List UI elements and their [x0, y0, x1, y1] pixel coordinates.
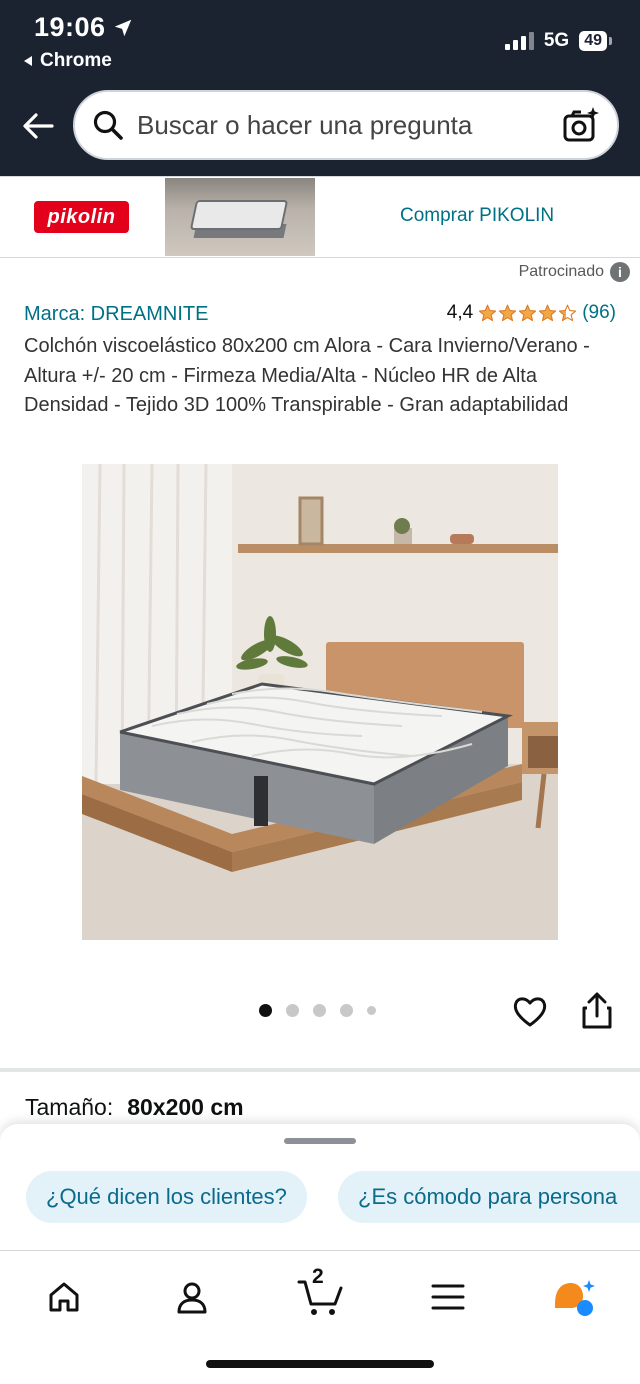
size-label: Tamaño:: [25, 1094, 114, 1120]
size-value: 80x200 cm: [127, 1094, 244, 1120]
search-bar[interactable]: Buscar o hacer una pregunta: [73, 90, 619, 160]
home-icon: [49, 1282, 79, 1312]
home-indicator[interactable]: [206, 1360, 434, 1368]
location-arrow-icon: [114, 19, 131, 36]
menu-icon: [431, 1284, 465, 1310]
carousel-dot[interactable]: [286, 1004, 299, 1017]
nav-menu[interactable]: [424, 1273, 472, 1321]
rating-summary[interactable]: 4,4 (96): [447, 302, 616, 324]
rating-stars: [478, 304, 577, 323]
suggestion-chip-reviews[interactable]: ¿Qué dicen los clientes?: [26, 1171, 307, 1223]
size-selector[interactable]: Tamaño: 80x200 cm: [25, 1094, 244, 1121]
shop-brand-link[interactable]: Comprar PIKOLIN: [400, 205, 554, 227]
account-icon: [177, 1282, 207, 1314]
star-icon: [539, 304, 557, 321]
network-type: 5G: [543, 30, 570, 51]
search-icon: [93, 110, 123, 140]
status-time: 19:06: [34, 12, 134, 43]
ai-suggestions-sheet[interactable]: ¿Qué dicen los clientes? ¿Es cómodo para…: [0, 1124, 640, 1250]
carousel-dot[interactable]: [367, 1006, 376, 1015]
product-title: Colchón viscoelástico 80x200 cm Alora - …: [24, 335, 590, 416]
status-indicators: 5G 49: [504, 30, 612, 52]
sponsored-label[interactable]: Patrocinado i: [519, 262, 630, 282]
battery-icon: 49: [579, 31, 612, 51]
star-icon: [499, 304, 517, 321]
mattress-photo: [82, 464, 558, 940]
rating-score: 4,4: [446, 302, 474, 323]
rufus-icon: [555, 1280, 595, 1316]
section-divider: [0, 1068, 640, 1072]
product-image[interactable]: [82, 464, 558, 940]
nav-home[interactable]: [40, 1273, 88, 1321]
back-triangle-icon: [24, 56, 32, 66]
nav-rufus-assistant[interactable]: [550, 1273, 598, 1321]
carousel-dot[interactable]: [313, 1004, 326, 1017]
sheet-grabber[interactable]: [284, 1138, 356, 1144]
review-count-link[interactable]: (96): [582, 302, 616, 324]
carousel-dot[interactable]: [340, 1004, 353, 1017]
search-input[interactable]: Buscar o hacer una pregunta: [137, 110, 561, 141]
info-icon[interactable]: i: [610, 262, 630, 282]
battery-level: 49: [579, 31, 607, 51]
carousel-dot[interactable]: [259, 1004, 272, 1017]
star-icon: [479, 304, 497, 321]
back-to-app-link[interactable]: Chrome: [22, 50, 112, 72]
signal-icon: [504, 32, 534, 50]
suggestion-chip-comfort[interactable]: ¿Es cómodo para persona: [338, 1171, 640, 1223]
back-arrow-icon[interactable]: [18, 106, 58, 146]
camera-search-icon[interactable]: [561, 105, 601, 145]
image-carousel-dots[interactable]: [259, 1004, 376, 1017]
share-icon[interactable]: [580, 992, 614, 1030]
pikolin-logo[interactable]: pikolin: [34, 201, 129, 233]
top-bar: 19:06 Chrome 5G 49 Buscar o hacer una pr…: [0, 0, 640, 176]
banner-product-image[interactable]: [165, 178, 315, 256]
nav-account[interactable]: [168, 1273, 216, 1321]
brand-link[interactable]: Marca: DREAMNITE: [24, 303, 208, 326]
star-icon: [559, 304, 577, 321]
wishlist-heart-icon[interactable]: [512, 994, 548, 1030]
cart-count-badge: 2: [312, 1265, 324, 1288]
sponsored-banner[interactable]: pikolin Comprar PIKOLIN: [0, 176, 640, 258]
star-icon: [519, 304, 537, 321]
